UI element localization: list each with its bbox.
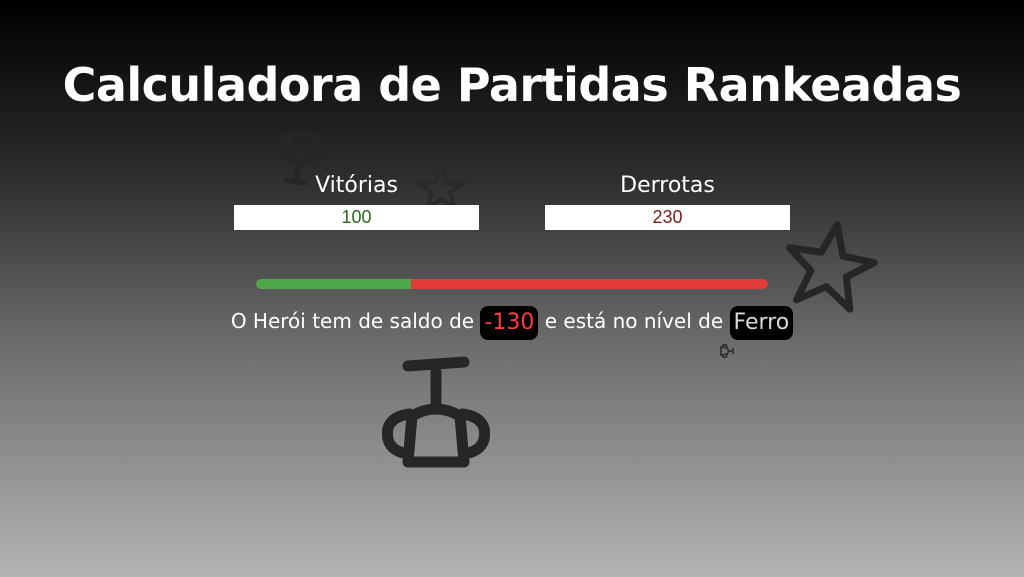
wins-input[interactable] xyxy=(234,205,479,230)
result-middle: e está no nível de xyxy=(544,309,724,333)
level-badge: Ferro xyxy=(729,305,794,340)
win-loss-progress-bar xyxy=(256,279,768,289)
star-icon xyxy=(786,221,878,313)
result-prefix: O Herói tem de saldo de xyxy=(230,309,475,333)
losses-label: Derrotas xyxy=(620,173,715,198)
result-text: O Herói tem de saldo de -130 e está no n… xyxy=(0,303,1024,340)
wins-label: Vitórias xyxy=(315,173,398,198)
trophy-icon xyxy=(381,356,491,468)
losses-input[interactable] xyxy=(545,205,790,230)
trophy-icon xyxy=(720,343,734,359)
wins-progress-fill xyxy=(256,279,412,289)
page-title: Calculadora de Partidas Rankeadas xyxy=(62,58,962,112)
balance-badge: -130 xyxy=(480,305,539,340)
